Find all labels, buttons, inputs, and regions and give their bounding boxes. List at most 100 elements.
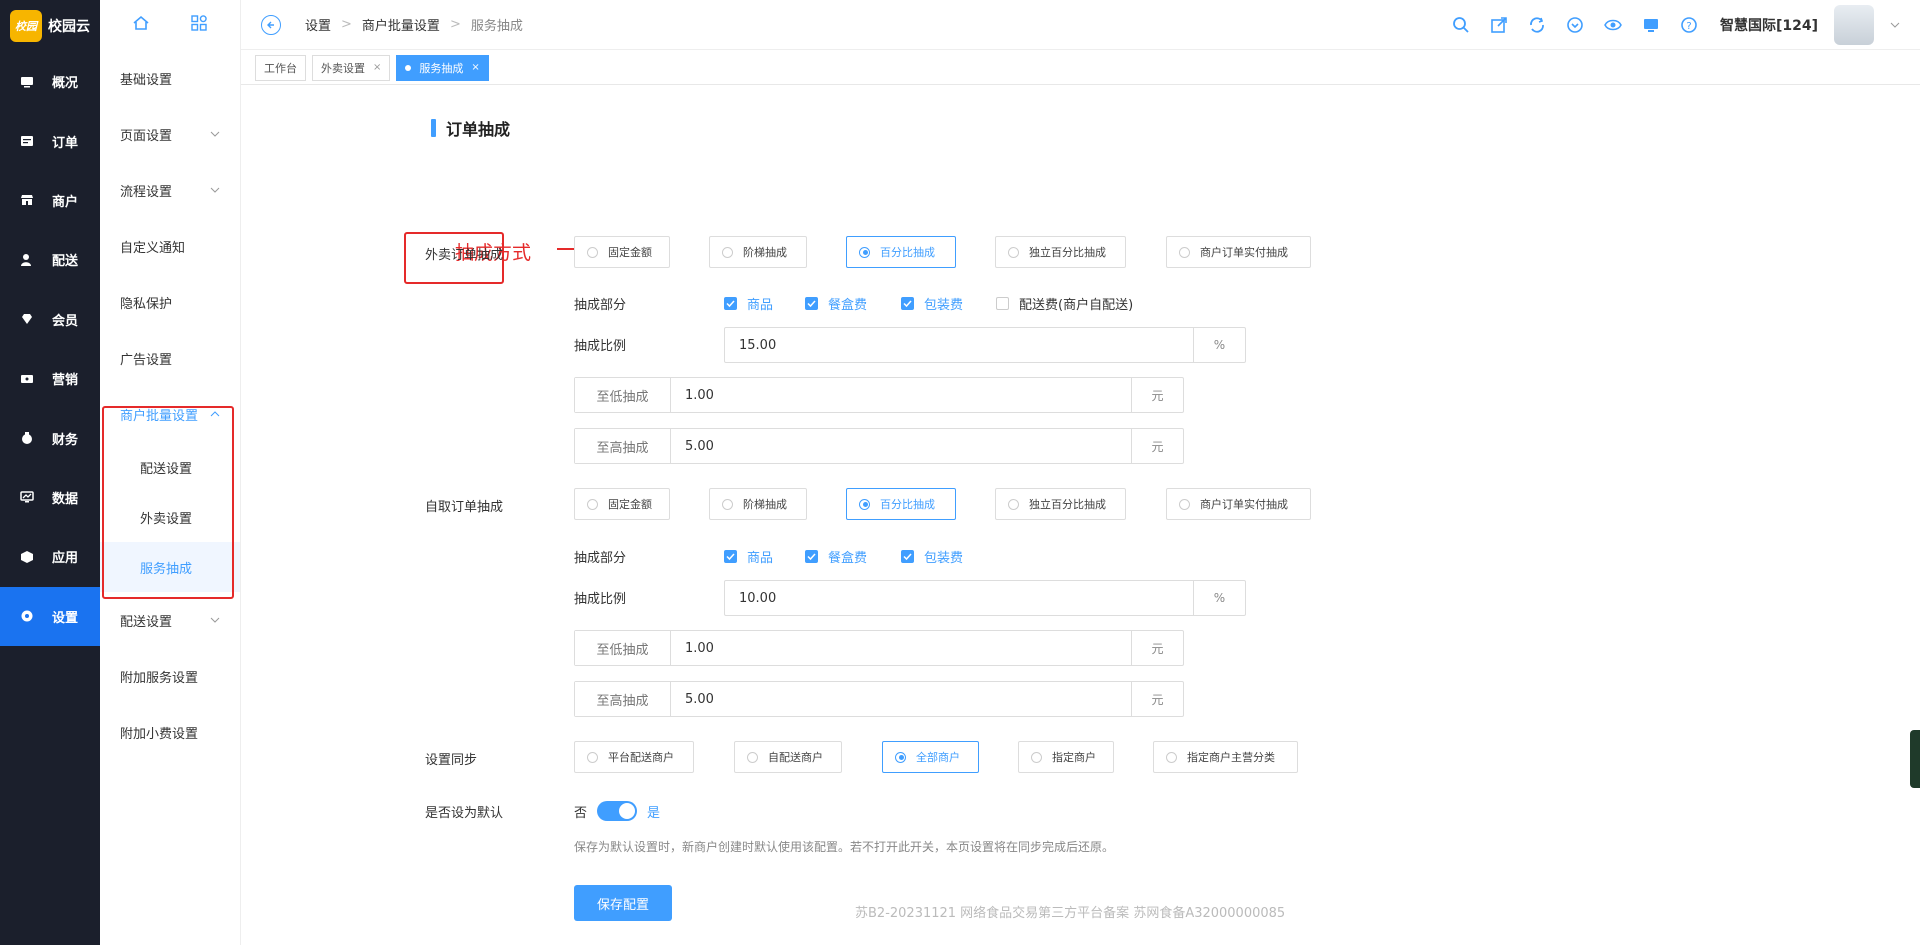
checkbox-checked-icon — [901, 550, 914, 563]
help-icon[interactable]: ? — [1678, 14, 1700, 36]
sync-option-self-delivery[interactable]: 自配送商户 — [734, 741, 842, 773]
takeout-max-value[interactable]: 5.00 — [671, 429, 1131, 463]
takeout-ratio-field[interactable]: 15.00 % — [724, 327, 1246, 363]
apps-grid-icon[interactable] — [190, 14, 208, 36]
breadcrumb-item[interactable]: 商户批量设置 — [362, 15, 440, 34]
pickup-mode-fixed[interactable]: 固定金额 — [574, 488, 670, 520]
delivery-icon — [20, 253, 34, 267]
takeout-part-box-fee[interactable]: 餐盒费 — [805, 294, 867, 313]
back-button[interactable] — [261, 14, 281, 35]
sidebar-item-label: 隐私保护 — [120, 296, 173, 312]
checkbox-unchecked-icon — [996, 297, 1009, 310]
sidebar-item-label: 附加服务设置 — [120, 670, 199, 686]
sidebar-item-ads[interactable]: 广告设置 — [100, 330, 240, 386]
pickup-ratio-value[interactable]: 10.00 — [725, 581, 1193, 615]
tab-workbench[interactable]: 工作台 — [255, 54, 306, 81]
close-icon[interactable]: × — [373, 62, 381, 73]
rail-item-settings[interactable]: 设置 — [0, 586, 100, 646]
external-link-icon[interactable] — [1488, 14, 1510, 36]
takeout-max-field[interactable]: 至高抽成 5.00 元 — [574, 428, 1184, 464]
pickup-mode-tiered[interactable]: 阶梯抽成 — [709, 488, 807, 520]
checkbox-checked-icon — [805, 550, 818, 563]
tab-takeout-settings[interactable]: 外卖设置 × — [312, 54, 391, 81]
avatar[interactable] — [1834, 5, 1874, 45]
takeout-part-packing-fee[interactable]: 包装费 — [901, 294, 963, 313]
sidebar-item-delivery[interactable]: 配送设置 — [100, 592, 240, 648]
rail-item-member[interactable]: 会员 — [0, 290, 100, 349]
radio-label: 商户订单实付抽成 — [1200, 498, 1288, 511]
pickup-max-field[interactable]: 至高抽成 5.00 元 — [574, 681, 1184, 717]
checkbox-checked-icon — [805, 297, 818, 310]
monitor-icon[interactable] — [1640, 14, 1662, 36]
sync-option-specified[interactable]: 指定商户 — [1018, 741, 1114, 773]
sidebar-item-page[interactable]: 页面设置 — [100, 106, 240, 162]
sidebar-item-label: 基础设置 — [120, 72, 173, 88]
user-name[interactable]: 智慧国际[124] — [1720, 15, 1818, 35]
pickup-mode-percent[interactable]: 百分比抽成 — [846, 488, 956, 520]
chevron-circle-icon[interactable] — [1564, 14, 1586, 36]
side-widget-handle[interactable] — [1910, 730, 1920, 788]
takeout-part-delivery-fee[interactable]: 配送费(商户自配送) — [996, 294, 1133, 313]
rail-item-app[interactable]: 应用 — [0, 527, 100, 586]
pickup-mode-actual-paid[interactable]: 商户订单实付抽成 — [1166, 488, 1311, 520]
pickup-part-box-fee[interactable]: 餐盒费 — [805, 547, 867, 566]
rail-item-finance[interactable]: 财务 — [0, 408, 100, 467]
sidebar-item-extra-service[interactable]: 附加服务设置 — [100, 648, 240, 704]
takeout-mode-fixed[interactable]: 固定金额 — [574, 236, 670, 268]
rail-item-merchant[interactable]: 商户 — [0, 171, 100, 230]
sidebar-item-privacy[interactable]: 隐私保护 — [100, 274, 240, 330]
rail-item-data[interactable]: 数据 — [0, 468, 100, 527]
sync-option-platform-delivery[interactable]: 平台配送商户 — [574, 741, 694, 773]
takeout-part-goods[interactable]: 商品 — [724, 294, 773, 313]
search-icon[interactable] — [1450, 14, 1472, 36]
radio-circle — [1008, 246, 1019, 258]
sync-option-category[interactable]: 指定商户主营分类 — [1153, 741, 1298, 773]
radio-label: 指定商户主营分类 — [1187, 751, 1275, 764]
chevron-down-icon[interactable] — [1890, 20, 1900, 30]
sidebar-item-notify[interactable]: 自定义通知 — [100, 218, 240, 274]
sidebar-item-basic[interactable]: 基础设置 — [100, 50, 240, 106]
radio-circle — [1166, 751, 1177, 763]
yuan-suffix: 元 — [1131, 429, 1183, 463]
sync-option-all[interactable]: 全部商户 — [882, 741, 979, 773]
refresh-icon[interactable] — [1526, 14, 1548, 36]
radio-circle — [587, 498, 598, 510]
save-config-button[interactable]: 保存配置 — [574, 885, 672, 921]
rail-item-overview[interactable]: 概况 — [0, 52, 100, 111]
takeout-mode-tiered[interactable]: 阶梯抽成 — [709, 236, 807, 268]
pickup-mode-independent-percent[interactable]: 独立百分比抽成 — [995, 488, 1126, 520]
radio-circle — [859, 246, 870, 258]
app-icon — [20, 550, 34, 564]
eye-icon[interactable] — [1602, 14, 1624, 36]
sidebar-item-flow[interactable]: 流程设置 — [100, 162, 240, 218]
takeout-min-value[interactable]: 1.00 — [671, 378, 1131, 412]
pickup-part-goods[interactable]: 商品 — [724, 547, 773, 566]
radio-label: 百分比抽成 — [880, 246, 935, 259]
pickup-min-field[interactable]: 至低抽成 1.00 元 — [574, 630, 1184, 666]
max-prefix: 至高抽成 — [575, 682, 671, 716]
takeout-mode-percent[interactable]: 百分比抽成 — [846, 236, 956, 268]
radio-circle — [1031, 751, 1042, 763]
takeout-min-field[interactable]: 至低抽成 1.00 元 — [574, 377, 1184, 413]
pickup-max-value[interactable]: 5.00 — [671, 682, 1131, 716]
rail-item-marketing[interactable]: 营销 — [0, 349, 100, 408]
breadcrumb-item[interactable]: 设置 — [305, 15, 331, 34]
sidebar-item-extra-tip[interactable]: 附加小费设置 — [100, 704, 240, 760]
takeout-mode-independent-percent[interactable]: 独立百分比抽成 — [995, 236, 1126, 268]
order-icon — [20, 134, 34, 148]
header-actions: ? 智慧国际[124] — [1450, 0, 1900, 50]
tab-service-commission[interactable]: 服务抽成 × — [396, 54, 489, 81]
pickup-min-value[interactable]: 1.00 — [671, 631, 1131, 665]
radio-label: 阶梯抽成 — [743, 246, 787, 259]
close-icon[interactable]: × — [471, 62, 479, 73]
rail-item-delivery[interactable]: 配送 — [0, 230, 100, 289]
home-icon[interactable] — [132, 14, 150, 36]
radio-label: 自配送商户 — [768, 751, 823, 764]
pickup-ratio-field[interactable]: 10.00 % — [724, 580, 1246, 616]
pickup-part-packing-fee[interactable]: 包装费 — [901, 547, 963, 566]
takeout-mode-actual-paid[interactable]: 商户订单实付抽成 — [1166, 236, 1311, 268]
takeout-ratio-value[interactable]: 15.00 — [725, 328, 1193, 362]
default-toggle[interactable] — [597, 801, 638, 821]
rail-item-order[interactable]: 订单 — [0, 111, 100, 170]
radio-circle — [587, 751, 598, 763]
